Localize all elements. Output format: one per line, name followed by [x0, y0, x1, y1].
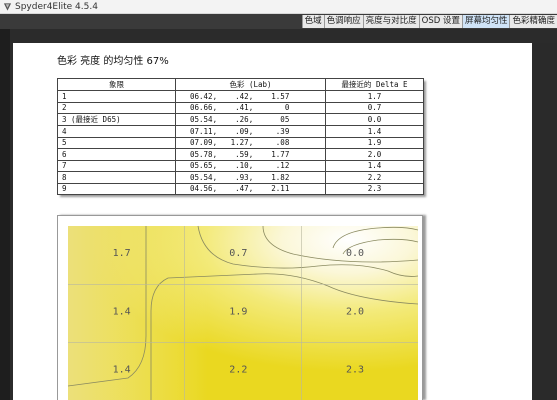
cell-color-lab: 05.54, .93, 1.82 [175, 171, 326, 184]
cell-quadrant: 3 (最接近 D65) [57, 113, 176, 126]
report-tabs: 色域 色调响应 亮度与对比度 OSD 设置 屏幕均匀性 色彩精确度 [301, 14, 557, 29]
heatmap-cell-label: 1.4 [113, 365, 131, 376]
table-row: 4 07.11, .09, .39 1.4 [57, 125, 424, 138]
spyder-app-icon [3, 3, 12, 11]
cell-delta-e: 2.0 [325, 148, 424, 161]
header-quadrant: 象限 [57, 78, 176, 91]
heatmap-cell-label: 0.7 [229, 248, 247, 259]
heatmap-cell-label: 1.9 [229, 306, 247, 317]
heatmap-cell-label: 2.3 [346, 365, 364, 376]
table-header-row: 象限 色彩 (Lab) 最接近的 Delta E [57, 78, 424, 91]
tab-brightness-contrast[interactable]: 亮度与对比度 [362, 15, 419, 28]
heatmap-cell-label: 2.0 [346, 306, 364, 317]
cell-color-lab: 05.78, .59, 1.77 [175, 148, 326, 161]
tab-osd-settings[interactable]: OSD 设置 [418, 15, 462, 28]
heatmap-cell-label: 1.7 [113, 248, 131, 259]
cell-quadrant: 5 [57, 136, 176, 149]
heatmap-cell-label: 0.0 [346, 248, 364, 259]
uniformity-heading: 色彩 亮度 的均匀性 67% [57, 56, 169, 67]
cell-quadrant: 8 [57, 171, 176, 184]
heatmap-cell-label: 1.4 [113, 306, 131, 317]
heatmap-cell-label: 2.2 [229, 365, 247, 376]
uniformity-table: 象限 色彩 (Lab) 最接近的 Delta E 1 06.42, .42, 1.… [57, 78, 424, 195]
cell-color-lab: 05.54, .26, 05 [175, 113, 326, 126]
cell-color-lab: 07.11, .09, .39 [175, 125, 326, 138]
cell-delta-e: 1.9 [325, 136, 424, 149]
cell-color-lab: 04.56, .47, 2.11 [175, 182, 326, 195]
cell-delta-e: 1.7 [325, 90, 424, 103]
cell-quadrant: 4 [57, 125, 176, 138]
table-row: 1 06.42, .42, 1.57 1.7 [57, 90, 424, 103]
cell-color-lab: 07.09, 1.27, .08 [175, 136, 326, 149]
tab-color-accuracy[interactable]: 色彩精确度 [509, 15, 557, 28]
tab-tone-response[interactable]: 色调响应 [323, 15, 363, 28]
table-row: 7 05.65, .10, .12 1.4 [57, 159, 424, 172]
table-row: 5 07.09, 1.27, .08 1.9 [57, 136, 424, 149]
left-sidebar [0, 29, 10, 400]
cell-delta-e: 1.4 [325, 159, 424, 172]
table-row: 6 05.78, .59, 1.77 2.0 [57, 148, 424, 161]
table-row: 9 04.56, .47, 2.11 2.3 [57, 182, 424, 195]
window-titlebar: Spyder4Elite 4.5.4 [0, 0, 557, 14]
tab-screen-uniformity[interactable]: 屏幕均匀性 [461, 15, 510, 28]
cell-quadrant: 6 [57, 148, 176, 161]
header-color-lab: 色彩 (Lab) [175, 78, 326, 91]
toolbar: 色域 色调响应 亮度与对比度 OSD 设置 屏幕均匀性 色彩精确度 [0, 14, 557, 29]
cell-delta-e: 1.4 [325, 125, 424, 138]
uniformity-chart: 1.7 0.7 0.0 1.4 1.9 2.0 1.4 2.2 2.3 [57, 215, 423, 400]
cell-delta-e: 2.3 [325, 182, 424, 195]
table-row: 2 06.66, .41, 0 0.7 [57, 101, 424, 114]
right-gutter [532, 43, 557, 400]
cell-delta-e: 0.7 [325, 101, 424, 114]
cell-quadrant: 2 [57, 101, 176, 114]
cell-quadrant: 1 [57, 90, 176, 103]
cell-quadrant: 7 [57, 159, 176, 172]
cell-color-lab: 05.65, .10, .12 [175, 159, 326, 172]
cell-quadrant: 9 [57, 182, 176, 195]
cell-color-lab: 06.66, .41, 0 [175, 101, 326, 114]
table-row: 8 05.54, .93, 1.82 2.2 [57, 171, 424, 184]
cell-color-lab: 06.42, .42, 1.57 [175, 90, 326, 103]
uniformity-table-wrap: 象限 色彩 (Lab) 最接近的 Delta E 1 06.42, .42, 1.… [57, 78, 424, 195]
header-delta-e: 最接近的 Delta E [325, 78, 424, 91]
content-top-strip [10, 29, 557, 43]
cell-delta-e: 2.2 [325, 171, 424, 184]
window-title: Spyder4Elite 4.5.4 [15, 2, 98, 12]
cell-delta-e: 0.0 [325, 113, 424, 126]
table-row: 3 (最接近 D65) 05.54, .26, 05 0.0 [57, 113, 424, 126]
uniformity-heatmap-svg: 1.7 0.7 0.0 1.4 1.9 2.0 1.4 2.2 2.3 [67, 225, 419, 400]
tab-gamut[interactable]: 色域 [301, 15, 324, 28]
